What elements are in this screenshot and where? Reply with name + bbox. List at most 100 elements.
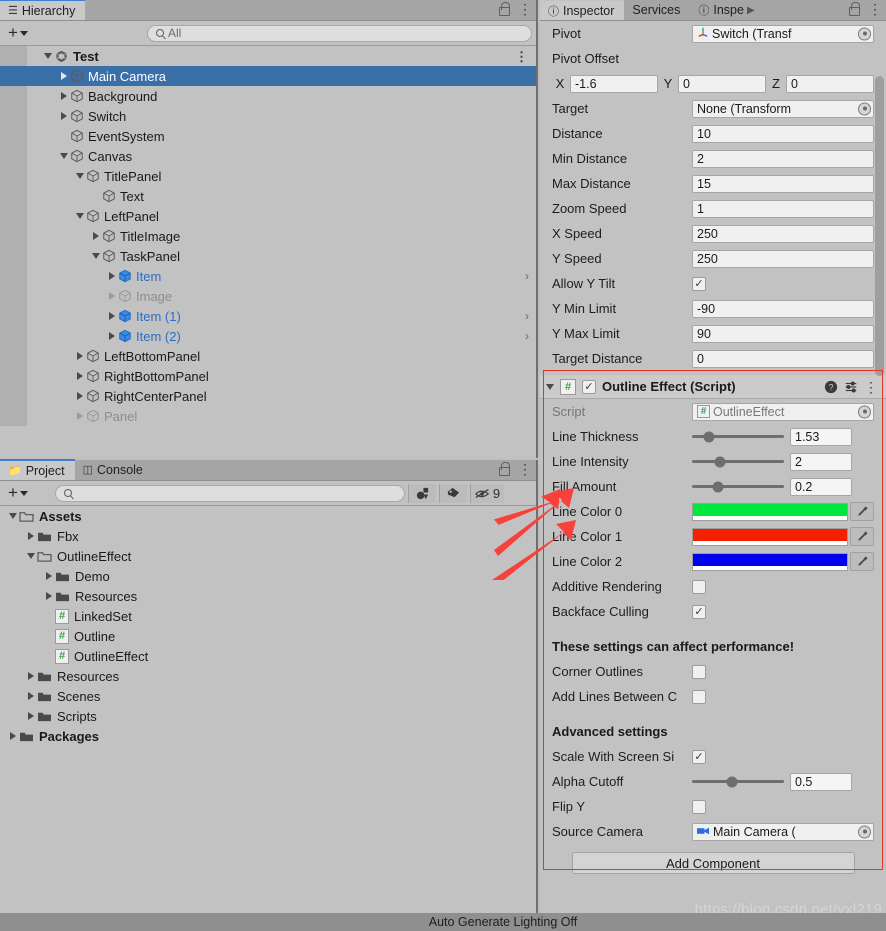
property-slider[interactable] [692,453,784,471]
project-item-fbx[interactable]: Fbx [0,526,536,546]
color-field[interactable] [692,502,848,521]
property-checkbox[interactable]: ✓ [692,604,706,619]
property-slider[interactable] [692,773,784,791]
project-item-assets[interactable]: Assets [0,506,536,526]
tab-inspector[interactable]: ⓘ Inspector [540,0,625,20]
axis-input-y[interactable]: 0 [678,74,766,93]
tab-services[interactable]: Services [624,0,690,20]
chevron-right-icon[interactable] [73,372,86,380]
hierarchy-item-item[interactable]: Item › [0,266,536,286]
chevron-right-icon[interactable] [73,392,86,400]
lock-icon[interactable] [848,2,860,16]
inspector-menu-icon[interactable]: ⋮ [868,2,882,16]
open-prefab-chevron-icon[interactable]: › [525,309,529,323]
component-menu-icon[interactable]: ⋮ [864,380,878,394]
property-input[interactable]: -90 [692,299,874,318]
chevron-right-icon[interactable] [42,592,55,600]
chevron-right-icon[interactable] [24,712,37,720]
hierarchy-item-rightcenterpanel[interactable]: RightCenterPanel [0,386,536,406]
chevron-down-icon[interactable] [24,553,37,559]
chevron-down-icon[interactable] [89,253,102,259]
hidden-packages-toggle[interactable]: 9 [469,483,504,503]
hierarchy-item-eventsystem[interactable]: EventSystem [0,126,536,146]
tab-overflow-icon[interactable]: ▶ [747,5,755,16]
open-prefab-chevron-icon[interactable]: › [525,329,529,343]
hierarchy-item-panel[interactable]: Panel [0,406,536,426]
create-gameobject-button[interactable]: + [4,24,32,43]
hierarchy-item-leftpanel[interactable]: LeftPanel [0,206,536,226]
project-item-resources[interactable]: Resources [0,666,536,686]
chevron-right-icon[interactable] [73,352,86,360]
tab-hierarchy[interactable]: ☰ Hierarchy [0,0,86,20]
hierarchy-item-titleimage[interactable]: TitleImage [0,226,536,246]
chevron-right-icon[interactable] [6,732,19,740]
hierarchy-item-switch[interactable]: Switch [0,106,536,126]
add-component-button[interactable]: Add Component [571,852,855,874]
hierarchy-item-item-2[interactable]: Item (2) › [0,326,536,346]
object-field[interactable]: None (Transform [692,99,874,118]
project-item-outline[interactable]: # Outline [0,626,536,646]
object-picker-icon[interactable] [858,27,871,40]
color-field[interactable] [692,552,848,571]
lock-icon[interactable] [498,462,510,476]
chevron-right-icon[interactable] [24,692,37,700]
chevron-right-icon[interactable] [57,112,70,120]
property-input[interactable]: 2 [692,149,874,168]
color-field[interactable] [692,527,848,546]
chevron-right-icon[interactable] [57,72,70,80]
project-item-outlineeffect[interactable]: OutlineEffect [0,546,536,566]
object-picker-icon[interactable] [858,825,871,838]
create-asset-button[interactable]: + [4,484,32,503]
project-item-scripts[interactable]: Scripts [0,706,536,726]
project-item-demo[interactable]: Demo [0,566,536,586]
hierarchy-item-text[interactable]: Text [0,186,536,206]
hierarchy-item-rightbottompanel[interactable]: RightBottomPanel [0,366,536,386]
property-checkbox[interactable] [692,664,706,679]
object-field[interactable]: Main Camera ( [692,822,874,841]
object-picker-icon[interactable] [858,102,871,115]
slider-knob[interactable] [714,456,726,467]
preset-icon[interactable] [844,380,858,394]
property-checkbox[interactable] [692,579,706,594]
project-item-outlineeffect[interactable]: # OutlineEffect [0,646,536,666]
hierarchy-item-titlepanel[interactable]: TitlePanel [0,166,536,186]
eyedropper-icon[interactable] [850,527,874,546]
hierarchy-item-background[interactable]: Background [0,86,536,106]
object-picker-icon[interactable] [858,405,871,418]
tab-inspector-2[interactable]: ⓘ Inspe [690,0,746,20]
project-item-packages[interactable]: Packages [0,726,536,746]
axis-input-z[interactable]: 0 [786,74,874,93]
property-checkbox[interactable]: ✓ [692,276,706,291]
eyedropper-icon[interactable] [850,502,874,521]
slider-knob[interactable] [712,481,724,492]
property-input[interactable]: 1 [692,199,874,218]
object-field[interactable]: # OutlineEffect [692,402,874,421]
project-tree[interactable]: Assets Fbx OutlineEffect Demo Resources # Link… [0,506,536,931]
hierarchy-item-image[interactable]: Image [0,286,536,306]
property-input[interactable]: Switch (Transf [692,24,874,43]
chevron-down-icon[interactable] [73,173,86,179]
property-slider[interactable] [692,428,784,446]
slider-knob[interactable] [726,776,738,787]
chevron-right-icon[interactable] [57,92,70,100]
slider-number-input[interactable]: 1.53 [790,427,852,446]
hierarchy-search-input[interactable]: All [146,24,532,42]
property-input[interactable]: 10 [692,124,874,143]
slider-number-input[interactable]: 2 [790,452,852,471]
hierarchy-item-item-1[interactable]: Item (1) › [0,306,536,326]
label-filter-icon[interactable] [438,483,467,503]
chevron-down-icon[interactable] [546,383,554,390]
slider-knob[interactable] [703,431,715,442]
hierarchy-item-leftbottompanel[interactable]: LeftBottomPanel [0,346,536,366]
hierarchy-item-taskpanel[interactable]: TaskPanel [0,246,536,266]
chevron-down-icon[interactable] [41,53,54,59]
chevron-right-icon[interactable] [105,272,118,280]
project-item-linkedset[interactable]: # LinkedSet [0,606,536,626]
hierarchy-menu-icon[interactable]: ⋮ [518,2,532,16]
inspector-scrollbar[interactable] [875,76,884,376]
project-search-input[interactable] [54,484,405,502]
chevron-down-icon[interactable] [57,153,70,159]
project-item-resources[interactable]: Resources [0,586,536,606]
chevron-right-icon[interactable] [73,412,86,420]
chevron-right-icon[interactable] [105,292,118,300]
